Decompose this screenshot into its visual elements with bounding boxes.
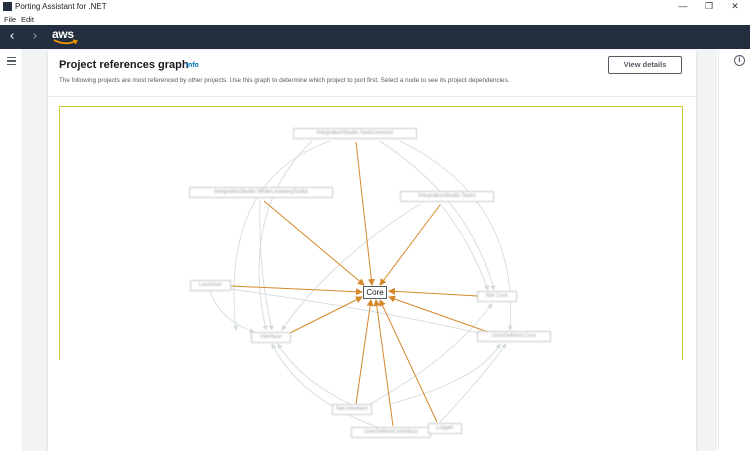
graph-node[interactable]: IntegrationStudio.Tasks <box>400 191 494 202</box>
graph-node[interactable]: Logger <box>428 423 462 434</box>
graph-edges <box>209 140 514 429</box>
graph-node[interactable]: Net Core <box>477 291 517 302</box>
graph-node-core[interactable]: Core <box>363 286 387 299</box>
graph-node[interactable]: Net.Interface <box>332 404 372 415</box>
graph-node[interactable]: Launcher <box>190 280 231 291</box>
graph-node[interactable]: IntegrationStudio.WhileLeaseingTaska <box>189 187 333 198</box>
graph-node[interactable]: IntegrationStudio.TaskCommon <box>293 128 417 139</box>
graph-node[interactable]: Interface <box>251 332 291 343</box>
graph-node[interactable]: UserDefined.Interface <box>351 427 431 438</box>
graph-node[interactable]: UserDefined.Core <box>477 331 551 342</box>
